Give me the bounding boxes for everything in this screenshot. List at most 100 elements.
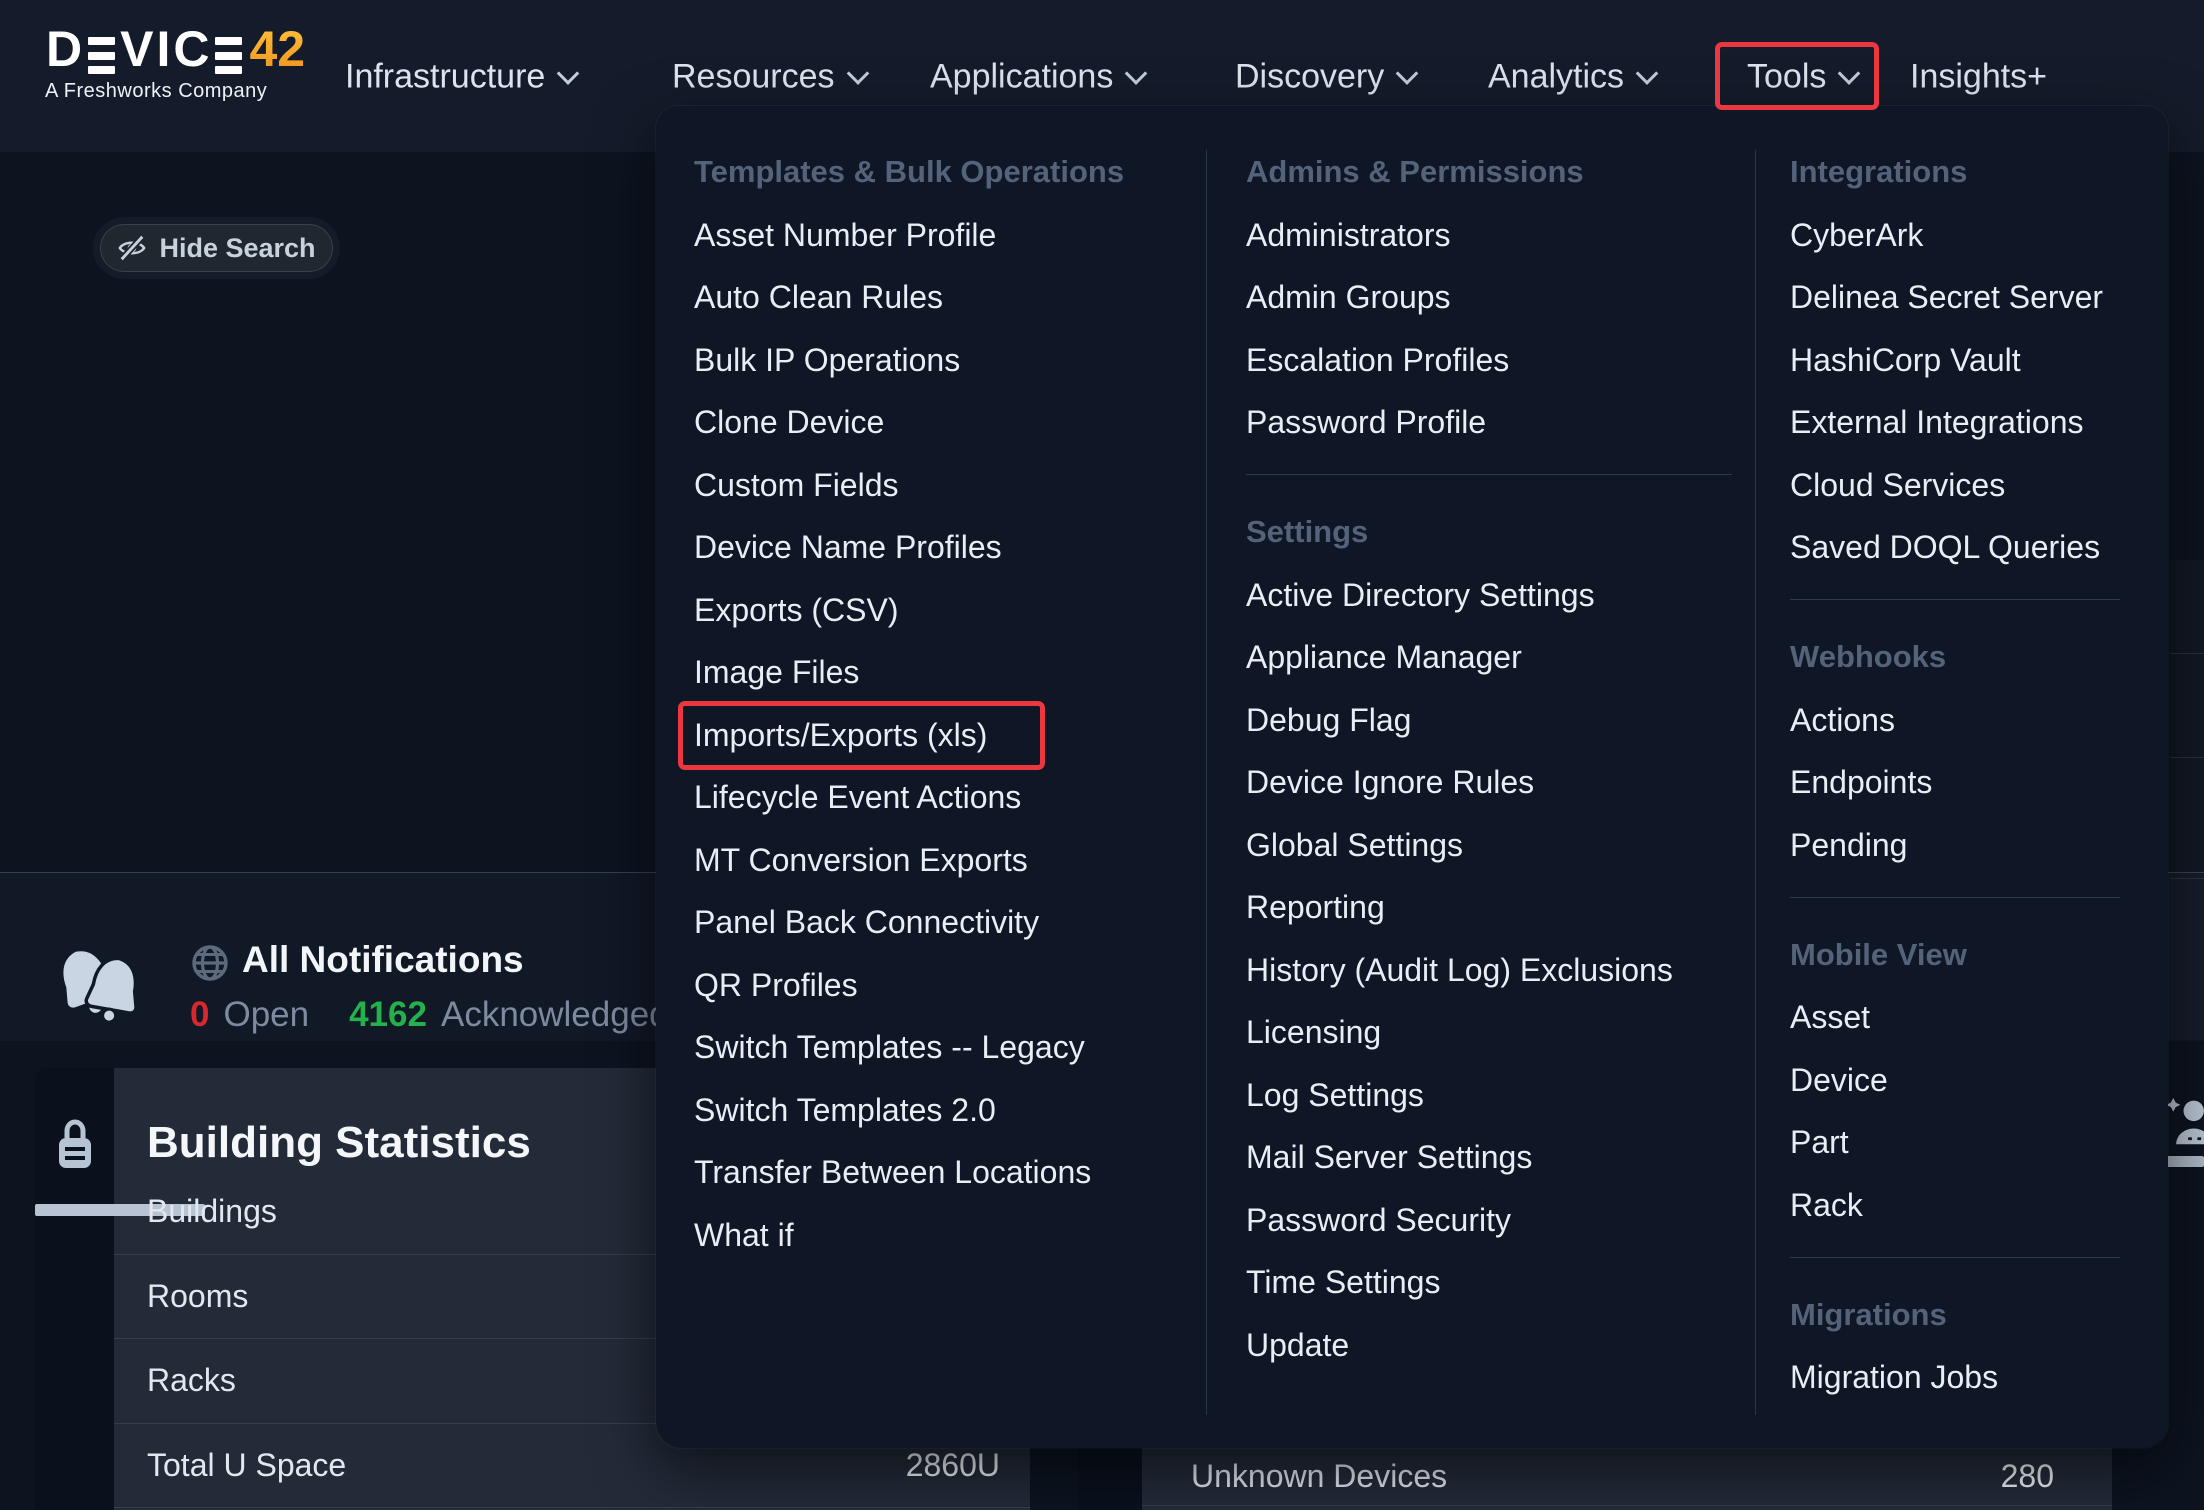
notification-counts: 0 Open 4162 Acknowledged	[190, 995, 669, 1035]
total-u-space-value: 2860U	[906, 1447, 1000, 1484]
logo-wordmark: D V I C 42	[45, 24, 305, 74]
column-divider	[1206, 150, 1207, 1415]
device42-logo[interactable]: D V I C 42 A Freshworks Company	[45, 24, 305, 103]
chevron-down-icon	[1396, 62, 1419, 85]
menu-item-mobile-device[interactable]: Device	[1790, 1049, 2120, 1112]
open-count: 0	[190, 995, 209, 1035]
section-divider	[1790, 599, 2120, 600]
hide-search-label: Hide Search	[159, 233, 315, 264]
menu-item-actions[interactable]: Actions	[1790, 689, 2120, 752]
menu-item-history-audit-log-exclusions[interactable]: History (Audit Log) Exclusions	[1246, 939, 1732, 1002]
menu-item-licensing[interactable]: Licensing	[1246, 1002, 1732, 1065]
nav-item-infrastructure[interactable]: Infrastructure	[345, 58, 576, 97]
background-row-divider	[2170, 653, 2204, 654]
device-statistics-panel: Unknown Devices 280	[1078, 1448, 2112, 1510]
tools-dropdown-menu: Templates & Bulk Operations Asset Number…	[656, 106, 2168, 1448]
acknowledged-count: 4162	[349, 995, 427, 1035]
globe-icon	[190, 943, 230, 983]
section-divider	[1246, 474, 1732, 475]
menu-item-endpoints[interactable]: Endpoints	[1790, 752, 2120, 815]
menu-item-switch-templates-legacy[interactable]: Switch Templates -- Legacy	[694, 1017, 1174, 1080]
nav-item-discovery[interactable]: Discovery	[1235, 58, 1415, 97]
tools-highlight-box	[1715, 42, 1879, 110]
logo-e-bars-icon	[215, 37, 242, 74]
section-header-mobile-view: Mobile View	[1790, 923, 2120, 987]
logo-tagline: A Freshworks Company	[45, 80, 305, 103]
column-divider	[1755, 150, 1756, 1415]
background-row-divider	[2170, 757, 2204, 758]
menu-item-cyberark[interactable]: CyberArk	[1790, 204, 2120, 267]
nav-item-resources[interactable]: Resources	[672, 58, 866, 97]
menu-item-clone-device[interactable]: Clone Device	[694, 392, 1174, 455]
menu-item-cloud-services[interactable]: Cloud Services	[1790, 454, 2120, 517]
section-header-integrations: Integrations	[1790, 140, 2120, 204]
panel-side-rail	[35, 1068, 114, 1510]
menu-item-hashicorp-vault[interactable]: HashiCorp Vault	[1790, 329, 2120, 392]
menu-item-active-directory-settings[interactable]: Active Directory Settings	[1246, 564, 1732, 627]
section-header-templates-bulk-operations: Templates & Bulk Operations	[694, 140, 1174, 204]
nav-item-applications[interactable]: Applications	[930, 58, 1144, 97]
menu-item-update[interactable]: Update	[1246, 1314, 1732, 1377]
nav-item-analytics[interactable]: Analytics	[1488, 58, 1655, 97]
unknown-devices-value: 280	[2001, 1458, 2054, 1495]
menu-column-integrations: Integrations CyberArk Delinea Secret Ser…	[1790, 140, 2120, 1409]
menu-item-asset-number-profile[interactable]: Asset Number Profile	[694, 204, 1174, 267]
menu-item-what-if[interactable]: What if	[694, 1204, 1174, 1267]
menu-item-bulk-ip-operations[interactable]: Bulk IP Operations	[694, 329, 1174, 392]
all-notifications-link[interactable]: All Notifications	[242, 939, 524, 981]
menu-item-transfer-between-locations[interactable]: Transfer Between Locations	[694, 1142, 1174, 1205]
menu-item-switch-templates-2-0[interactable]: Switch Templates 2.0	[694, 1079, 1174, 1142]
menu-item-time-settings[interactable]: Time Settings	[1246, 1252, 1732, 1315]
menu-item-password-security[interactable]: Password Security	[1246, 1189, 1732, 1252]
section-header-admins-permissions: Admins & Permissions	[1246, 140, 1732, 204]
lock-icon	[57, 1114, 93, 1172]
menu-item-mt-conversion-exports[interactable]: MT Conversion Exports	[694, 829, 1174, 892]
menu-item-log-settings[interactable]: Log Settings	[1246, 1064, 1732, 1127]
menu-item-appliance-manager[interactable]: Appliance Manager	[1246, 627, 1732, 690]
background-row-divider	[2170, 878, 2204, 879]
menu-item-password-profile[interactable]: Password Profile	[1246, 392, 1732, 455]
menu-column-admins-settings: Admins & Permissions Administrators Admi…	[1246, 140, 1732, 1377]
menu-item-migration-jobs[interactable]: Migration Jobs	[1790, 1347, 2120, 1410]
nav-item-insights-plus[interactable]: Insights+	[1910, 58, 2047, 97]
menu-item-admin-groups[interactable]: Admin Groups	[1246, 267, 1732, 330]
menu-item-escalation-profiles[interactable]: Escalation Profiles	[1246, 329, 1732, 392]
device42-dashboard: D V I C 42 A Freshworks Company Infrastr…	[0, 0, 2204, 1510]
menu-item-exports-csv[interactable]: Exports (CSV)	[694, 579, 1174, 642]
stat-row-unknown-devices[interactable]: Unknown Devices 280	[1142, 1448, 2112, 1506]
menu-item-lifecycle-event-actions[interactable]: Lifecycle Event Actions	[694, 767, 1174, 830]
chevron-down-icon	[1125, 62, 1148, 85]
section-divider	[1790, 897, 2120, 898]
menu-item-administrators[interactable]: Administrators	[1246, 204, 1732, 267]
menu-item-device-ignore-rules[interactable]: Device Ignore Rules	[1246, 752, 1732, 815]
section-header-migrations: Migrations	[1790, 1283, 2120, 1347]
logo-42: 42	[249, 24, 305, 74]
imports-exports-highlight-box	[678, 701, 1045, 770]
eye-off-icon	[117, 233, 147, 263]
building-statistics-title: Building Statistics	[147, 1118, 531, 1168]
notification-bells-icon[interactable]	[54, 935, 154, 1037]
menu-item-custom-fields[interactable]: Custom Fields	[694, 454, 1174, 517]
chevron-down-icon	[557, 62, 580, 85]
hide-search-button[interactable]: Hide Search	[100, 224, 333, 272]
section-header-settings: Settings	[1246, 500, 1732, 564]
menu-item-mobile-part[interactable]: Part	[1790, 1112, 2120, 1175]
menu-item-debug-flag[interactable]: Debug Flag	[1246, 689, 1732, 752]
menu-item-mobile-rack[interactable]: Rack	[1790, 1174, 2120, 1237]
menu-item-auto-clean-rules[interactable]: Auto Clean Rules	[694, 267, 1174, 330]
menu-item-image-files[interactable]: Image Files	[694, 642, 1174, 705]
menu-item-pending[interactable]: Pending	[1790, 814, 2120, 877]
menu-item-external-integrations[interactable]: External Integrations	[1790, 392, 2120, 455]
section-header-webhooks: Webhooks	[1790, 625, 2120, 689]
menu-item-reporting[interactable]: Reporting	[1246, 877, 1732, 940]
assistant-person-icon[interactable]	[2164, 1094, 2204, 1150]
background-table-edge	[2170, 560, 2204, 1040]
menu-item-delinea-secret-server[interactable]: Delinea Secret Server	[1790, 267, 2120, 330]
menu-item-mobile-asset[interactable]: Asset	[1790, 987, 2120, 1050]
menu-item-qr-profiles[interactable]: QR Profiles	[694, 954, 1174, 1017]
menu-item-mail-server-settings[interactable]: Mail Server Settings	[1246, 1127, 1732, 1190]
menu-item-global-settings[interactable]: Global Settings	[1246, 814, 1732, 877]
menu-item-device-name-profiles[interactable]: Device Name Profiles	[694, 517, 1174, 580]
menu-item-saved-doql-queries[interactable]: Saved DOQL Queries	[1790, 517, 2120, 580]
menu-item-panel-back-connectivity[interactable]: Panel Back Connectivity	[694, 892, 1174, 955]
